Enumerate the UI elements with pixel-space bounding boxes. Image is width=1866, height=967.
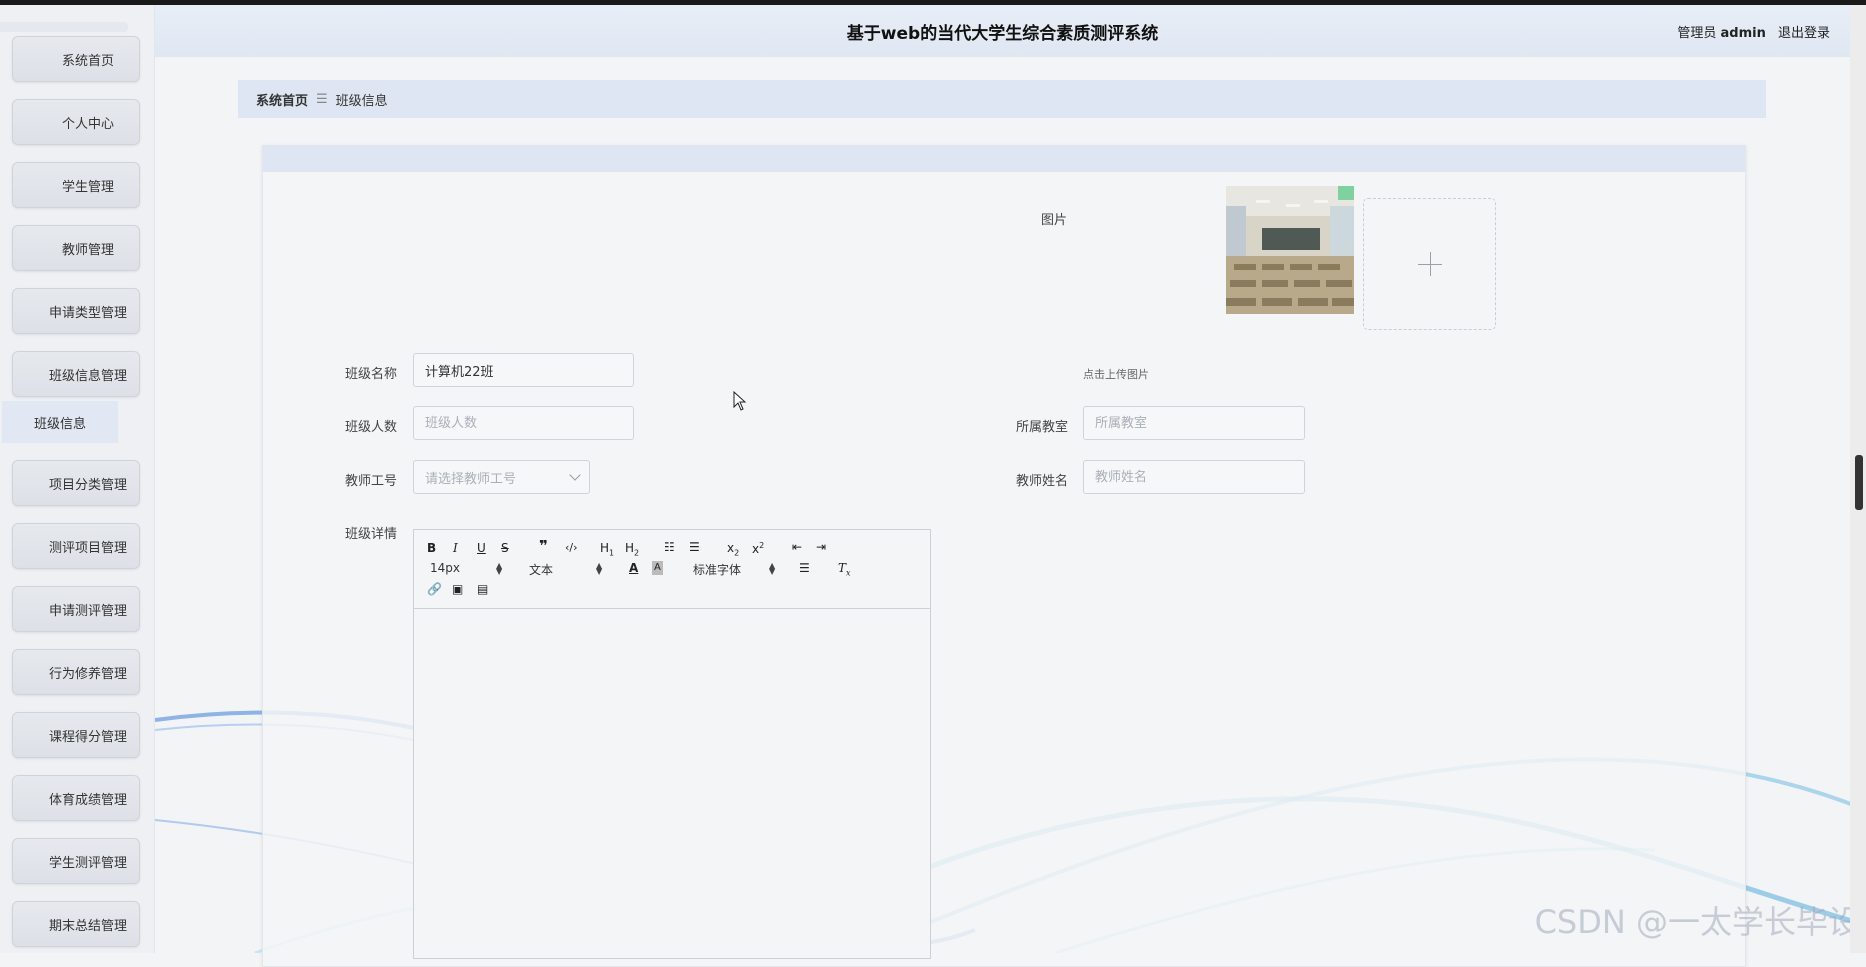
sidebar-item-evaluation-projects[interactable]: 测评项目管理: [12, 523, 140, 569]
teacher-id-label: 教师工号: [345, 474, 398, 489]
sidebar: 系统首页 个人中心 学生管理 教师管理 申请类型管理 班级信息管理 班级信息 项…: [0, 5, 155, 953]
image-label: 图片: [1041, 213, 1068, 228]
plus-icon-vertical: [1430, 252, 1431, 276]
align-icon[interactable]: ☰: [799, 561, 810, 575]
font-family-arrows-icon: ▲ ▼: [769, 561, 776, 576]
form-card-header: [263, 146, 1745, 172]
user-info: 管理员 admin 退出登录: [1677, 22, 1830, 41]
link-icon[interactable]: 🔗: [427, 582, 442, 596]
breadcrumb-separator-icon: ☰: [316, 91, 328, 107]
teacher-id-select[interactable]: 请选择教师工号: [413, 460, 590, 494]
classroom-photo: [1226, 186, 1354, 314]
scrollbar-thumb[interactable]: [1855, 455, 1863, 510]
sidebar-item-evaluation-applications[interactable]: 申请测评管理: [12, 586, 140, 632]
breadcrumb-home[interactable]: 系统首页: [256, 90, 308, 109]
sidebar-top-strip: [0, 22, 128, 32]
sidebar-item-project-categories[interactable]: 项目分类管理: [12, 460, 140, 506]
indent-icon[interactable]: ⇥: [816, 540, 826, 554]
sidebar-item-students[interactable]: 学生管理: [12, 162, 140, 208]
font-size-arrows-icon: ▲ ▼: [496, 561, 503, 576]
breadcrumb: 系统首页 ☰ 班级信息: [238, 80, 1766, 118]
code-block-icon[interactable]: ‹/›: [565, 541, 578, 555]
app-title: 基于web的当代大学生综合素质测评系统: [846, 24, 1159, 44]
ordered-list-icon[interactable]: ☷: [664, 540, 675, 554]
image-icon[interactable]: ▣: [452, 582, 463, 596]
user-role: 管理员: [1677, 26, 1717, 41]
watermark: CSDN @一太学长毕设: [1534, 903, 1860, 941]
superscript-icon[interactable]: x2: [752, 539, 764, 556]
page-scrollbar[interactable]: [1850, 5, 1866, 953]
sidebar-item-final-summary[interactable]: 期末总结管理: [12, 901, 140, 947]
underline-icon[interactable]: U: [477, 541, 486, 555]
rich-text-editor: B I U S ❞ ‹/› H1 H2 ☷ ☰ x2 x2 ⇤ ⇥ 14px ▲…: [413, 529, 931, 959]
teacher-id-placeholder: 请选择教师工号: [425, 471, 517, 487]
sidebar-item-pe-scores[interactable]: 体育成绩管理: [12, 775, 140, 821]
bold-icon[interactable]: B: [427, 541, 436, 555]
teacher-name-label: 教师姓名: [1016, 474, 1069, 489]
image-upload-button[interactable]: [1363, 198, 1496, 330]
italic-icon[interactable]: I: [453, 541, 458, 555]
sidebar-item-student-evaluations[interactable]: 学生测评管理: [12, 838, 140, 884]
sidebar-item-class-info[interactable]: 班级信息管理: [12, 351, 140, 397]
classroom-label: 所属教室: [1016, 420, 1069, 435]
sidebar-item-course-scores[interactable]: 课程得分管理: [12, 712, 140, 758]
font-family-select[interactable]: 标准字体: [693, 561, 741, 578]
text-style-select[interactable]: 文本: [529, 561, 553, 578]
blockquote-icon[interactable]: ❞: [539, 539, 548, 554]
class-name-label: 班级名称: [345, 367, 398, 382]
sidebar-subitem-class-info[interactable]: 班级信息: [2, 401, 118, 443]
editor-toolbar: B I U S ❞ ‹/› H1 H2 ☷ ☰ x2 x2 ⇤ ⇥ 14px ▲…: [414, 530, 930, 609]
class-size-input[interactable]: [413, 406, 634, 440]
classroom-image-thumbnail[interactable]: [1226, 186, 1354, 314]
font-color-icon[interactable]: A: [629, 561, 638, 575]
upload-tip: 点击上传图片: [1083, 368, 1149, 381]
app-header: 基于web的当代大学生综合素质测评系统 管理员 admin 退出登录: [155, 5, 1850, 57]
mouse-cursor-icon: [733, 391, 747, 411]
text-style-arrows-icon: ▲ ▼: [596, 561, 603, 576]
bullet-list-icon[interactable]: ☰: [689, 540, 700, 554]
teacher-name-input[interactable]: [1083, 460, 1305, 494]
subscript-icon[interactable]: x2: [727, 541, 739, 560]
strikethrough-icon[interactable]: S: [501, 541, 509, 555]
chevron-down-icon: [569, 469, 581, 481]
heading2-icon[interactable]: H2: [625, 541, 639, 560]
classroom-input[interactable]: [1083, 406, 1305, 440]
sidebar-item-teachers[interactable]: 教师管理: [12, 225, 140, 271]
sidebar-item-home[interactable]: 系统首页: [12, 36, 140, 82]
sidebar-item-application-types[interactable]: 申请类型管理: [12, 288, 140, 334]
video-icon[interactable]: ▤: [477, 582, 488, 596]
logout-link[interactable]: 退出登录: [1778, 26, 1830, 41]
heading1-icon[interactable]: H1: [600, 541, 614, 560]
sidebar-item-profile[interactable]: 个人中心: [12, 99, 140, 145]
class-details-label: 班级详情: [345, 527, 398, 542]
clear-format-icon[interactable]: Tx: [838, 561, 851, 580]
background-color-icon[interactable]: A: [652, 561, 663, 575]
breadcrumb-current: 班级信息: [335, 93, 388, 109]
class-size-label: 班级人数: [345, 420, 398, 435]
outdent-icon[interactable]: ⇤: [792, 540, 802, 554]
sidebar-item-behavior[interactable]: 行为修养管理: [12, 649, 140, 695]
font-size-select[interactable]: 14px: [430, 561, 460, 575]
class-name-input[interactable]: [413, 353, 634, 387]
user-name: admin: [1720, 26, 1766, 41]
